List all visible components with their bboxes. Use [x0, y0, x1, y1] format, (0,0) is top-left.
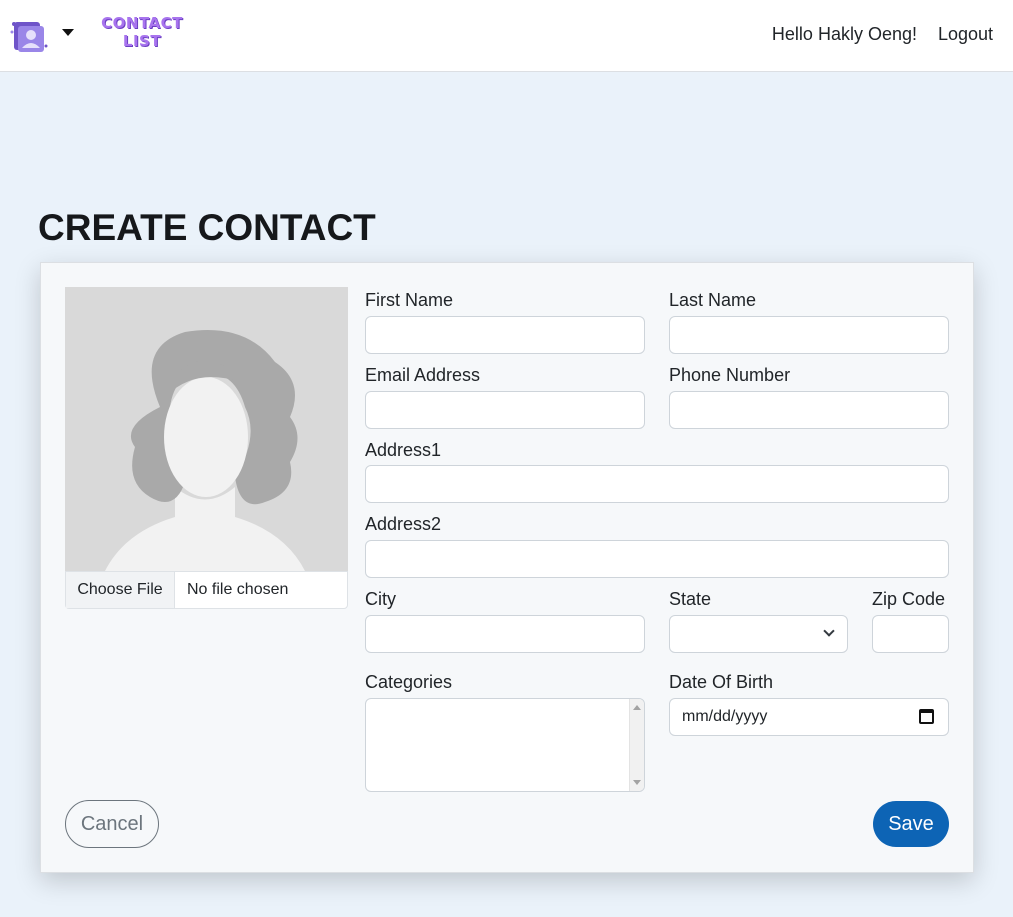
city-field[interactable]: [365, 615, 645, 653]
default-avatar-icon: [65, 287, 348, 571]
zip-field[interactable]: [872, 615, 949, 653]
last-name-label: Last Name: [669, 290, 757, 310]
zip-label: Zip Code: [872, 589, 946, 609]
contact-list-logo-icon[interactable]: [10, 16, 50, 54]
choose-file-button[interactable]: Choose File: [66, 572, 175, 608]
file-status: No file chosen: [187, 581, 289, 598]
categories-label: Categories: [365, 672, 453, 692]
last-name-field[interactable]: [669, 316, 949, 354]
address1-label: Address1: [365, 440, 442, 460]
phone-field[interactable]: [669, 391, 949, 429]
address2-field[interactable]: [365, 540, 949, 578]
city-label: City: [365, 589, 396, 609]
brand-text[interactable]: CONTACT LIST: [96, 14, 188, 50]
caret-down-icon[interactable]: [62, 29, 74, 36]
scroll-down-icon[interactable]: [633, 780, 641, 785]
create-contact-card: Choose File No file chosen First Name La…: [40, 262, 974, 873]
cancel-button[interactable]: Cancel: [65, 800, 159, 848]
avatar-file-input[interactable]: Choose File No file chosen: [65, 571, 348, 609]
dob-placeholder: mm/dd/yyyy: [682, 708, 768, 725]
navbar: CONTACT LIST Hello Hakly Oeng! Logout: [0, 0, 1013, 72]
save-button[interactable]: Save: [873, 801, 949, 847]
logout-link[interactable]: Logout: [938, 24, 993, 45]
categories-scrollbar[interactable]: [629, 699, 644, 791]
user-greeting: Hello Hakly Oeng!: [771, 24, 917, 44]
calendar-icon[interactable]: [919, 709, 934, 724]
categories-select[interactable]: [365, 698, 645, 792]
first-name-field[interactable]: [365, 316, 645, 354]
address2-label: Address2: [365, 514, 442, 534]
page-title: CREATE CONTACT: [38, 207, 376, 248]
email-label: Email Address: [365, 365, 481, 385]
state-label: State: [669, 589, 712, 609]
first-name-label: First Name: [365, 290, 454, 310]
dob-label: Date Of Birth: [669, 672, 774, 692]
chevron-down-icon: [823, 625, 835, 637]
address1-field[interactable]: [365, 465, 949, 503]
state-select[interactable]: [669, 615, 848, 653]
scroll-up-icon[interactable]: [633, 705, 641, 710]
email-field[interactable]: [365, 391, 645, 429]
dob-field[interactable]: mm/dd/yyyy: [669, 698, 949, 736]
phone-label: Phone Number: [669, 365, 791, 385]
